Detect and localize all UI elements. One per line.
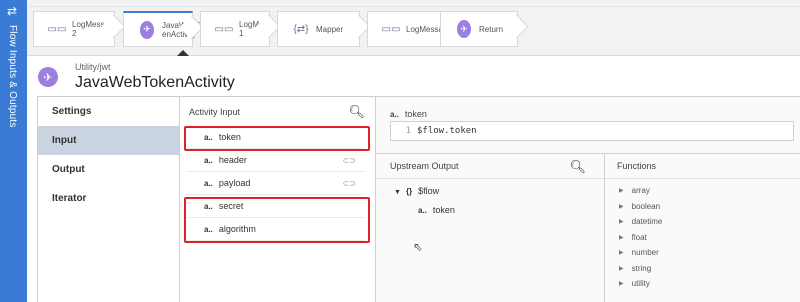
flow-step-label: Mapper bbox=[316, 24, 344, 34]
string-type-icon: a.. bbox=[204, 155, 213, 165]
function-group-float[interactable]: ▶ float bbox=[605, 230, 800, 246]
expression-input[interactable]: 1 $flow.token bbox=[390, 121, 794, 141]
nav-item-input[interactable]: Input bbox=[38, 126, 179, 155]
swap-icon: ⇄ bbox=[7, 4, 18, 18]
flow-step-mapper[interactable]: {⇄} Mapper bbox=[277, 11, 360, 47]
link-icon: ⊂⊃ bbox=[342, 155, 356, 165]
step-icon-wrap: ✈ bbox=[140, 20, 154, 39]
activity-input-title: Activity Input bbox=[189, 106, 241, 117]
function-group-label: array bbox=[631, 186, 650, 196]
activity-config-panel: Settings Input Output Iterator Activity … bbox=[37, 96, 800, 302]
function-group-label: string bbox=[631, 263, 652, 273]
function-group-utility[interactable]: ▶ utility bbox=[605, 276, 800, 292]
expression-text: $flow.token bbox=[417, 126, 477, 136]
string-type-icon: a.. bbox=[390, 110, 399, 119]
node-name: token bbox=[432, 205, 455, 215]
rocket-icon: ✈ bbox=[457, 20, 471, 38]
field-name: header bbox=[218, 155, 247, 165]
editor-field-name: token bbox=[404, 109, 427, 119]
field-name: payload bbox=[218, 178, 251, 188]
nav-item-iterator[interactable]: Iterator bbox=[38, 184, 179, 213]
object-type-icon: {} bbox=[405, 187, 413, 196]
expand-triangle-icon: ▶ bbox=[619, 188, 624, 195]
mapper-icon: {⇄} bbox=[293, 23, 309, 35]
activity-input-header: Activity Input 🔍︎ bbox=[180, 97, 375, 126]
string-type-icon: a.. bbox=[418, 206, 427, 215]
function-group-string[interactable]: ▶ string bbox=[605, 261, 800, 277]
search-icon[interactable]: 🔍︎ bbox=[348, 104, 365, 120]
editor-header: a.. token bbox=[390, 109, 427, 119]
input-field-payload[interactable]: a.. payload ⊂⊃ bbox=[186, 172, 366, 195]
book-icon: ▭▭ bbox=[47, 23, 67, 35]
expand-triangle-icon: ▶ bbox=[619, 265, 624, 272]
expression-editor: a.. token 1 $flow.token bbox=[376, 97, 800, 154]
config-nav: Settings Input Output Iterator bbox=[38, 97, 180, 302]
input-field-header[interactable]: a.. header ⊂⊃ bbox=[186, 149, 366, 172]
book-icon: ▭▭ bbox=[381, 23, 401, 35]
nav-item-output[interactable]: Output bbox=[38, 155, 179, 184]
function-group-label: float bbox=[631, 232, 647, 242]
highlight-box-token bbox=[184, 126, 370, 151]
collapse-triangle-icon[interactable]: ▼ bbox=[394, 189, 401, 196]
mouse-cursor-icon: ⇖ bbox=[413, 240, 424, 254]
highlight-box-secret-algorithm bbox=[184, 197, 370, 243]
rail-label: Flow Inputs & Outputs bbox=[7, 25, 18, 128]
search-icon[interactable]: 🔍︎ bbox=[569, 159, 586, 175]
function-group-label: datetime bbox=[631, 217, 663, 227]
activity-category: Utility/jwt bbox=[75, 62, 111, 72]
function-group-number[interactable]: ▶ number bbox=[605, 245, 800, 261]
functions-panel: Functions ▶ array ▶ boolean ▶ datetime ▶ flo… bbox=[605, 154, 800, 302]
rocket-icon: ✈ bbox=[38, 67, 58, 87]
expand-triangle-icon: ▶ bbox=[619, 219, 624, 226]
expand-triangle-icon: ▶ bbox=[619, 203, 624, 210]
upstream-output-title: Upstream Output bbox=[390, 161, 459, 171]
expand-triangle-icon: ▶ bbox=[619, 281, 624, 288]
mapping-area: a.. token 1 $flow.token Upstream Output 🔍… bbox=[376, 97, 800, 302]
nav-item-settings[interactable]: Settings bbox=[38, 97, 179, 126]
flow-breadcrumb: ▭▭ LogMessage 2 ✈ JavaWebTok enActivity … bbox=[27, 0, 800, 56]
node-name: $flow bbox=[418, 186, 440, 196]
functions-header: Functions bbox=[605, 154, 800, 179]
flow-step-logmessage-1[interactable]: ▭▭ LogMessage 1 bbox=[200, 11, 285, 47]
upstream-node-flow[interactable]: ▼ {} $flow bbox=[394, 186, 439, 196]
link-icon: ⊂⊃ bbox=[342, 178, 356, 188]
flow-inputs-outputs-rail[interactable]: ⇄ Flow Inputs & Outputs bbox=[0, 0, 27, 302]
functions-list: ▶ array ▶ boolean ▶ datetime ▶ float ▶ number… bbox=[605, 179, 800, 292]
expand-triangle-icon: ▶ bbox=[619, 250, 624, 257]
upstream-output-panel: Upstream Output 🔍︎ ▼ {} $flow a.. token ⇖ bbox=[376, 154, 605, 302]
function-group-datetime[interactable]: ▶ datetime bbox=[605, 214, 800, 230]
flow-step-logmessage-2[interactable]: ▭▭ LogMessage 2 bbox=[33, 11, 118, 47]
function-group-label: boolean bbox=[631, 201, 661, 211]
function-group-label: utility bbox=[631, 279, 650, 289]
activity-input-panel: Activity Input 🔍︎ a.. token a.. header ⊂… bbox=[180, 97, 376, 302]
string-type-icon: a.. bbox=[204, 178, 213, 188]
book-icon: ▭▭ bbox=[214, 23, 234, 35]
rocket-icon: ✈ bbox=[140, 20, 154, 39]
upstream-output-header: Upstream Output 🔍︎ bbox=[376, 154, 604, 179]
flow-step-return[interactable]: ✈ Return bbox=[440, 11, 518, 47]
page-title: JavaWebTokenActivity bbox=[75, 74, 235, 91]
function-group-label: number bbox=[631, 248, 659, 258]
activity-header: ✈ Utility/jwt JavaWebTokenActivity bbox=[27, 56, 800, 96]
flow-step-label: Return bbox=[479, 24, 504, 34]
function-group-boolean[interactable]: ▶ boolean bbox=[605, 199, 800, 215]
step-icon-wrap: ✈ bbox=[457, 20, 471, 38]
upstream-node-token[interactable]: a.. token bbox=[418, 205, 455, 215]
flow-step-label: LogMessage 2 bbox=[72, 20, 118, 38]
expand-triangle-icon: ▶ bbox=[619, 234, 624, 241]
line-number: 1 bbox=[405, 126, 411, 136]
flow-step-javawebtokenactivity[interactable]: ✈ JavaWebTok enActivity bbox=[123, 11, 208, 47]
function-group-array[interactable]: ▶ array bbox=[605, 183, 800, 199]
